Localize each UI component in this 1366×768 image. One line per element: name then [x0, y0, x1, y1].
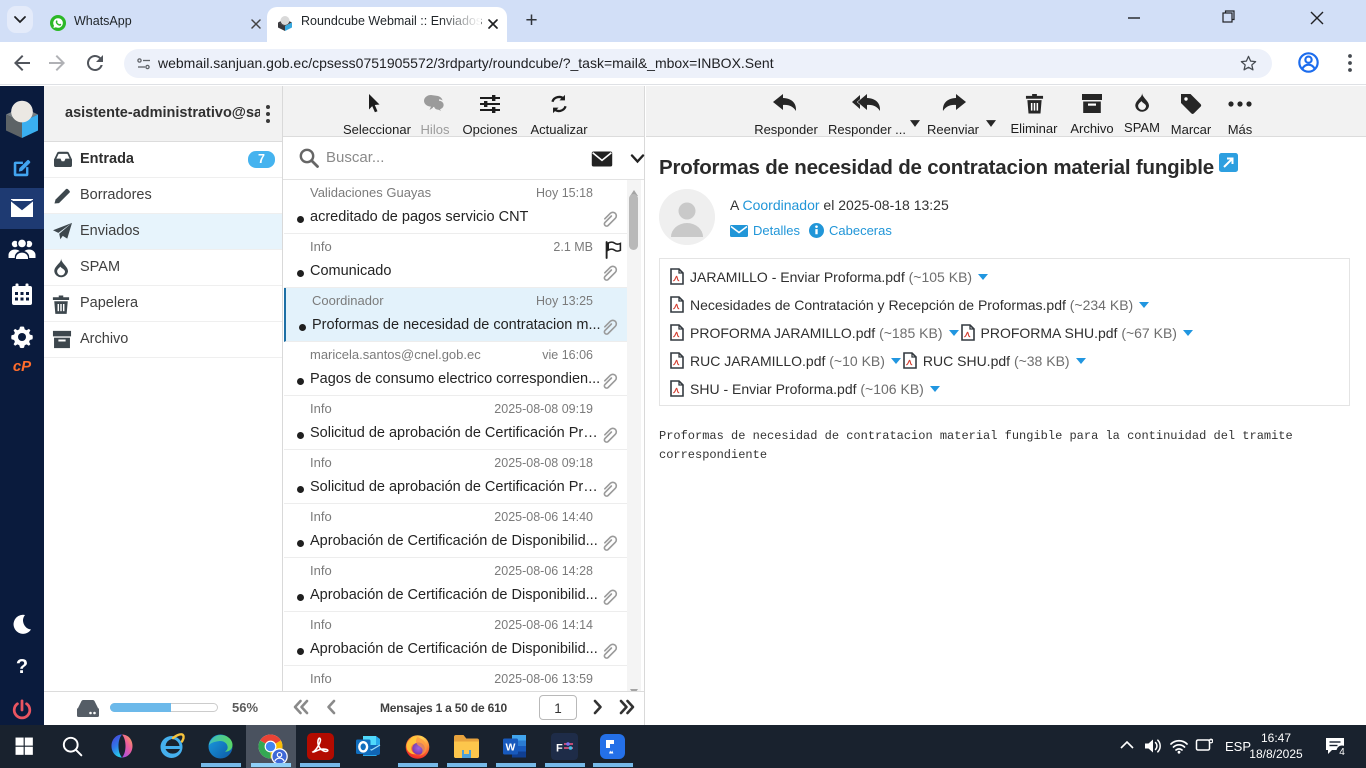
svg-text:F: F [556, 743, 563, 755]
svg-text:W: W [506, 742, 516, 754]
svg-text:4: 4 [1339, 747, 1345, 758]
